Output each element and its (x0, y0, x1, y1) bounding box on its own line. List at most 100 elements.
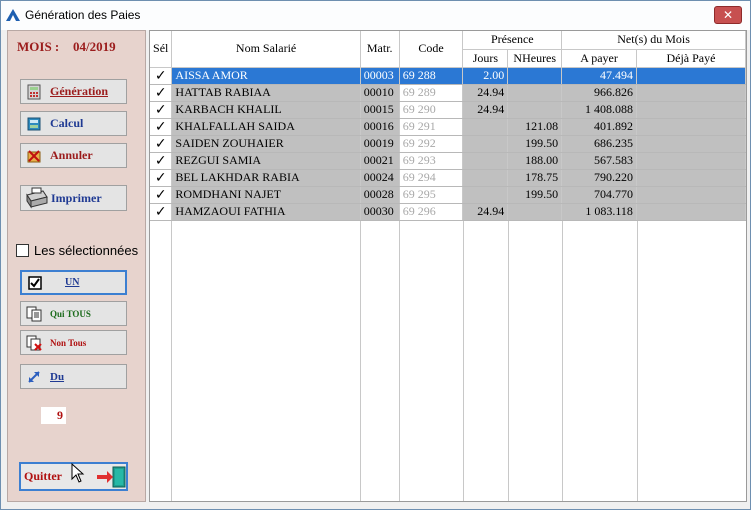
resize-arrows-icon (28, 370, 40, 383)
grid-separator (171, 221, 172, 501)
left-panel: MOIS : 04/2019 Génération Calcul Annuler… (7, 30, 146, 502)
cell-deja-paye (636, 101, 746, 119)
grid-separator (463, 221, 464, 501)
cell-nom: REZGUI SAMIA (171, 152, 361, 170)
delete-pages-icon (26, 335, 42, 351)
cell-code: 69 294 (399, 169, 464, 187)
cell-jours (462, 186, 509, 204)
grid-separator (637, 221, 638, 501)
cell-nheures: 199.50 (507, 135, 563, 153)
cell-a-payer: 1 408.088 (561, 101, 637, 119)
exit-door-icon (97, 466, 126, 488)
calculator-icon (27, 117, 41, 130)
cell-nheures: 199.50 (507, 186, 563, 204)
generation-button[interactable]: Génération (20, 79, 127, 104)
table-row[interactable]: ✓ KARBACH KHALIL 00015 69 290 24.94 1 40… (150, 101, 746, 119)
cell-nom: ROMDHANI NAJET (171, 186, 361, 204)
payroll-grid[interactable]: Sél Nom Salarié Matr. Code Présence Net(… (149, 30, 747, 502)
app-logo-icon (6, 9, 20, 21)
cell-nheures (507, 203, 563, 221)
cell-code: 69 292 (399, 135, 464, 153)
cell-nheures: 188.00 (507, 152, 563, 170)
cell-deja-paye (636, 135, 746, 153)
calculator-icon (27, 84, 41, 99)
cell-matr: 00003 (360, 67, 400, 85)
table-row[interactable]: ✓ REZGUI SAMIA 00021 69 293 188.00 567.5… (150, 152, 746, 170)
table-row[interactable]: ✓ HATTAB RABIAA 00010 69 289 24.94 966.8… (150, 84, 746, 102)
cell-deja-paye (636, 152, 746, 170)
qui-tous-button[interactable]: Qui TOUS (20, 301, 127, 326)
row-checkmark[interactable]: ✓ (150, 135, 173, 153)
cell-deja-paye (636, 203, 746, 221)
imprimer-button[interactable]: Imprimer (20, 185, 127, 211)
cell-jours: 24.94 (462, 84, 509, 102)
cell-matr: 00015 (360, 101, 400, 119)
table-row[interactable]: ✓ HAMZAOUI FATHIA 00030 69 296 24.94 1 0… (150, 203, 746, 221)
cell-a-payer: 966.826 (561, 84, 637, 102)
du-button[interactable]: Du (20, 364, 127, 389)
imprimer-label: Imprimer (51, 190, 102, 205)
non-tous-label: Non Tous (50, 337, 87, 348)
cell-jours: 24.94 (462, 203, 509, 221)
header-matr[interactable]: Matr. (360, 31, 400, 68)
cell-code: 69 293 (399, 152, 464, 170)
cell-nheures (507, 101, 563, 119)
cell-jours: 2.00 (462, 67, 509, 85)
row-checkmark[interactable]: ✓ (150, 152, 173, 170)
row-checkmark[interactable]: ✓ (150, 169, 173, 187)
table-row[interactable]: ✓ KHALFALLAH SAIDA 00016 69 291 121.08 4… (150, 118, 746, 136)
close-button[interactable]: ✕ (714, 6, 742, 24)
cell-code: 69 295 (399, 186, 464, 204)
header-sel[interactable]: Sél (150, 31, 173, 68)
cancel-icon (27, 149, 41, 162)
copy-pages-icon (26, 306, 42, 321)
cell-matr: 00019 (360, 135, 400, 153)
qui-tous-label: Qui TOUS (50, 308, 91, 319)
cell-nheures: 121.08 (507, 118, 563, 136)
cell-nom: AISSA AMOR (171, 67, 361, 85)
checkbox-square[interactable] (16, 244, 29, 257)
cell-nom: HATTAB RABIAA (171, 84, 361, 102)
cell-nom: HAMZAOUI FATHIA (171, 203, 361, 221)
month-value: 04/2019 (73, 39, 116, 54)
table-row[interactable]: ✓ BEL LAKHDAR RABIA 00024 69 294 178.75 … (150, 169, 746, 187)
cell-nheures: 178.75 (507, 169, 563, 187)
annuler-button[interactable]: Annuler (20, 143, 127, 168)
row-checkmark[interactable]: ✓ (150, 203, 173, 221)
row-checkmark[interactable]: ✓ (150, 118, 173, 136)
non-tous-button[interactable]: Non Tous (20, 330, 127, 355)
cell-deja-paye (636, 84, 746, 102)
cell-a-payer: 401.892 (561, 118, 637, 136)
cell-a-payer: 686.235 (561, 135, 637, 153)
header-jours[interactable]: Jours (462, 49, 509, 68)
row-checkmark[interactable]: ✓ (150, 101, 173, 119)
table-row[interactable]: ✓ SAIDEN ZOUHAIER 00019 69 292 199.50 68… (150, 135, 746, 153)
cell-jours (462, 169, 509, 187)
row-checkmark[interactable]: ✓ (150, 186, 173, 204)
header-nheures[interactable]: NHeures (507, 49, 563, 68)
cell-deja-paye (636, 186, 746, 204)
row-checkmark[interactable]: ✓ (150, 84, 173, 102)
header-presence: Présence (462, 31, 563, 50)
cell-nom: BEL LAKHDAR RABIA (171, 169, 361, 187)
mouse-cursor-icon (71, 463, 85, 483)
header-a-payer[interactable]: A payer (561, 49, 637, 68)
header-code[interactable]: Code (399, 31, 464, 68)
cell-nheures (507, 67, 563, 85)
cell-a-payer: 1 083.118 (561, 203, 637, 221)
calcul-button[interactable]: Calcul (20, 111, 127, 136)
cell-nom: SAIDEN ZOUHAIER (171, 135, 361, 153)
table-row[interactable]: ✓ AISSA AMOR 00003 69 288 2.00 47.494 (150, 67, 746, 85)
cell-jours (462, 152, 509, 170)
cell-jours (462, 118, 509, 136)
grid-separator (562, 221, 563, 501)
un-button[interactable]: UN (20, 270, 127, 295)
header-deja-paye[interactable]: Déjà Payé (636, 49, 746, 68)
cell-deja-paye (636, 169, 746, 187)
selection-checkbox[interactable]: Les sélectionnées (16, 243, 138, 258)
cell-matr: 00024 (360, 169, 400, 187)
row-checkmark[interactable]: ✓ (150, 67, 173, 85)
table-row[interactable]: ✓ ROMDHANI NAJET 00028 69 295 199.50 704… (150, 186, 746, 204)
header-nom[interactable]: Nom Salarié (171, 31, 361, 68)
selected-count: 9 (41, 407, 66, 424)
